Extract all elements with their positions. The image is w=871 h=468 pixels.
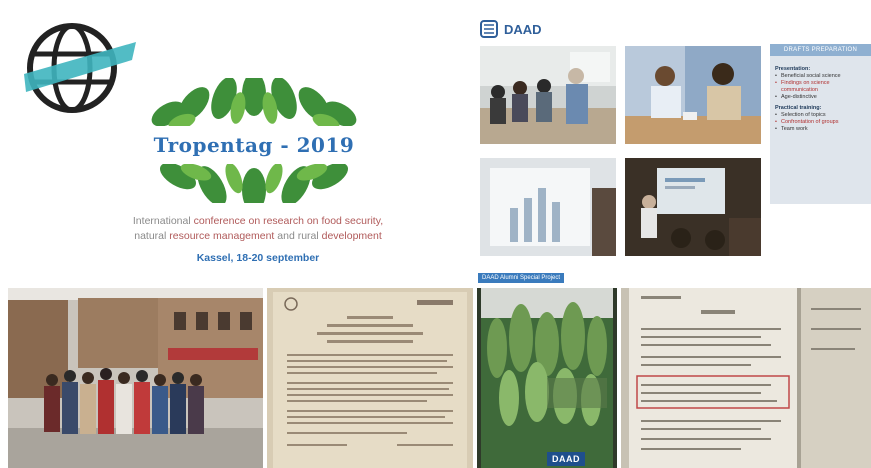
photo-presenter: [625, 158, 761, 256]
panel-list-item: Findings on science communication: [775, 80, 866, 94]
drafts-preparation-panel: DRAFTS PREPARATION Presentation: Benefic…: [770, 44, 871, 204]
conference-title: Tropentag - 2019: [148, 126, 360, 164]
panel-section-heading: Practical training:: [775, 105, 822, 111]
daad-logo-text: DAAD: [504, 21, 542, 37]
photo-daad-poster: DAAD: [477, 288, 617, 468]
panel-list-item: Beneficial social science: [775, 73, 866, 80]
daad-logo: DAAD: [480, 20, 542, 38]
booklet-image: [621, 288, 871, 468]
panel-list-item: Selection of topics: [775, 112, 866, 119]
photo-group-in-square: [8, 288, 263, 468]
daad-emblem-icon: [480, 20, 498, 38]
photo-two-participants: [625, 46, 761, 144]
panel-list-item: Team work: [775, 126, 866, 133]
daad-workshop-slide: DAAD DRAFTS PREPARATION Presentation: • …: [474, 8, 871, 284]
panel-list-item: Age-distinctive: [775, 94, 866, 101]
globe-logo-icon: [24, 23, 136, 113]
poster-image: [477, 288, 617, 468]
subtitle-highlight: development: [321, 230, 382, 242]
photo-meeting-room: [480, 46, 616, 144]
panel-header: DRAFTS PREPARATION: [770, 44, 871, 56]
conference-dates: Kassel, 18-20 september: [196, 252, 320, 264]
conference-subtitle: International conference on research on …: [108, 214, 408, 244]
subtitle-highlight: conference on research on food security,: [193, 215, 384, 227]
photo-open-booklet: [621, 288, 871, 468]
subtitle-text: International: [132, 215, 194, 227]
subtitle-highlight: resource management: [169, 230, 275, 242]
letter-image: [267, 288, 473, 468]
subtitle-text: natural: [134, 230, 170, 242]
panel-list-item: Confrontation of groups: [775, 119, 866, 126]
daad-badge: DAAD: [547, 452, 585, 466]
group-photo-image: [8, 288, 263, 468]
daad-project-tag: DAAD Alumni Special Project: [478, 273, 565, 283]
panel-body: Presentation: Beneficial social science …: [770, 56, 871, 139]
subtitle-text: and rural: [274, 230, 322, 242]
panel-section-heading: Presentation:: [775, 66, 811, 72]
photo-slide-chart: [480, 158, 616, 256]
photo-official-letter: [267, 288, 473, 468]
tropentag-slide: Tropentag - 2019 International conferenc…: [8, 8, 470, 284]
